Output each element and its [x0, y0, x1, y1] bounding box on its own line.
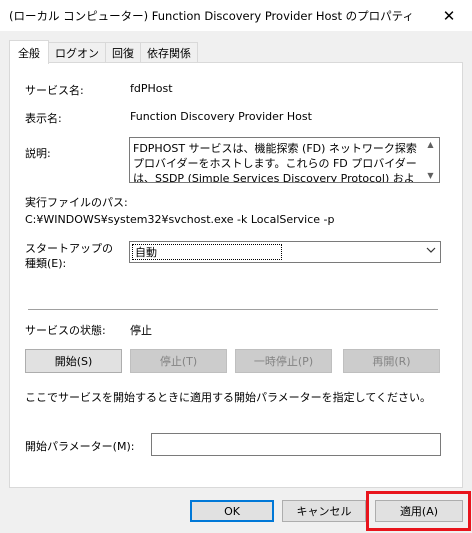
startup-type-value: 自動	[132, 244, 282, 260]
scroll-down-icon[interactable]: ▼	[427, 171, 433, 180]
service-name-value: fdPHost	[130, 82, 173, 95]
startup-type-label-line2: 種類(E):	[25, 257, 67, 270]
startup-type-select[interactable]: 自動	[129, 241, 441, 263]
description-box[interactable]: FDPHOST サービスは、機能探索 (FD) ネットワーク探索プロバイダーをホ…	[129, 137, 440, 183]
service-status-value: 停止	[130, 324, 152, 337]
close-icon[interactable]: ✕	[426, 0, 472, 31]
executable-path-label: 実行ファイルのパス:	[25, 196, 128, 209]
tab-dependencies[interactable]: 依存関係	[140, 42, 198, 63]
tab-recovery[interactable]: 回復	[105, 42, 141, 63]
description-label: 説明:	[25, 147, 51, 160]
display-name-value: Function Discovery Provider Host	[130, 110, 312, 123]
chevron-down-icon[interactable]	[426, 245, 436, 258]
tab-strip: 全般 ログオン 回復 依存関係	[9, 40, 198, 64]
executable-path-value: C:¥WINDOWS¥system32¥svchost.exe -k Local…	[25, 213, 335, 226]
tab-logon[interactable]: ログオン	[48, 42, 106, 63]
apply-button[interactable]: 適用(A)	[375, 500, 463, 522]
service-name-label: サービス名:	[25, 84, 84, 97]
title-bar: (ローカル コンピューター) Function Discovery Provid…	[0, 0, 472, 31]
ok-button[interactable]: OK	[190, 500, 274, 522]
display-name-label: 表示名:	[25, 112, 62, 125]
resume-button[interactable]: 再開(R)	[343, 349, 440, 373]
stop-button[interactable]: 停止(T)	[130, 349, 227, 373]
divider	[28, 309, 438, 310]
tab-general[interactable]: 全般	[9, 40, 49, 64]
start-params-hint: ここでサービスを開始するときに適用する開始パラメーターを指定してください。	[25, 391, 432, 404]
window-title: (ローカル コンピューター) Function Discovery Provid…	[9, 8, 414, 23]
general-panel: サービス名: fdPHost 表示名: Function Discovery P…	[9, 62, 463, 488]
cancel-button[interactable]: キャンセル	[282, 500, 366, 522]
service-status-label: サービスの状態:	[25, 324, 106, 337]
start-params-input[interactable]	[151, 433, 441, 456]
start-button[interactable]: 開始(S)	[25, 349, 122, 373]
start-params-label: 開始パラメーター(M):	[25, 440, 135, 453]
description-text: FDPHOST サービスは、機能探索 (FD) ネットワーク探索プロバイダーをホ…	[133, 142, 417, 183]
startup-type-label-line1: スタートアップの	[25, 242, 113, 255]
scroll-up-icon[interactable]: ▲	[427, 140, 433, 149]
pause-button[interactable]: 一時停止(P)	[235, 349, 332, 373]
description-scrollbar[interactable]: ▲ ▼	[422, 138, 439, 182]
